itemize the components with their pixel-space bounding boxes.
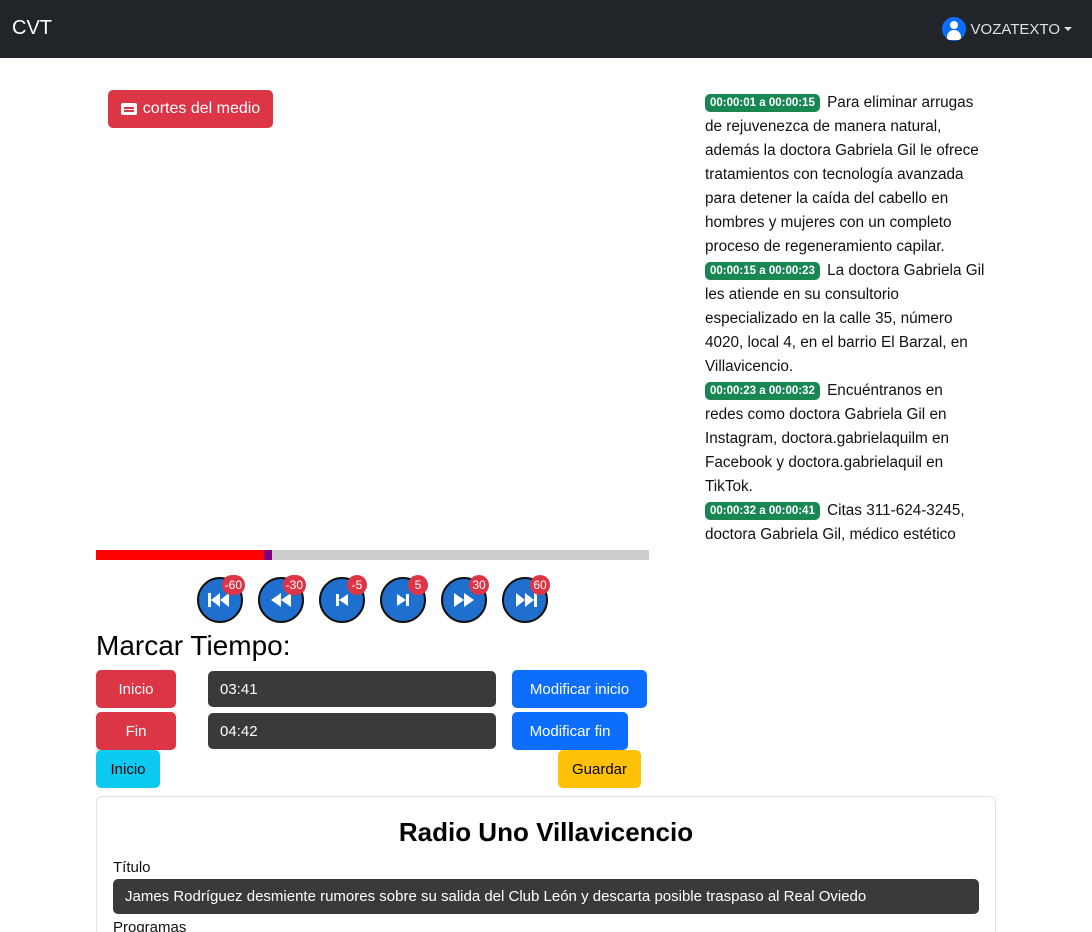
transcript-segment[interactable]: 00:00:01 a 00:00:15 Para eliminar arruga… <box>705 91 985 259</box>
station-title: Radio Uno Villavicencio <box>398 817 694 847</box>
skip-badge: 60 <box>530 575 550 595</box>
progress-cursor[interactable] <box>264 550 272 560</box>
skip-badge: 30 <box>469 575 489 595</box>
transcript-segment[interactable]: 00:00:32 a 00:00:41 Citas 311-624-3245, … <box>705 499 985 547</box>
segment-text: Para eliminar arrugas de rejuvenezca de … <box>705 94 979 255</box>
titulo-label: Título <box>113 859 151 876</box>
mark-start-button[interactable]: Inicio <box>96 670 176 708</box>
marcar-tiempo-title: Marcar Tiempo: <box>96 630 291 661</box>
segment-time-badge[interactable]: 00:00:01 a 00:00:15 <box>705 94 820 112</box>
progress-played <box>96 550 265 560</box>
user-avatar-icon <box>941 17 966 41</box>
skip-forward-60-button[interactable]: 60 <box>502 575 550 623</box>
skip-badge: -60 <box>221 575 245 595</box>
media-progress-bar[interactable] <box>96 550 649 560</box>
skip-forward-5-button[interactable]: 5 <box>380 575 428 623</box>
skip-back-5-button[interactable]: -5 <box>319 575 367 623</box>
transcript-segment[interactable]: 00:00:15 a 00:00:23 La doctora Gabriela … <box>705 259 985 379</box>
go-to-start-button[interactable]: Inicio <box>96 750 160 788</box>
segment-time-badge[interactable]: 00:00:23 a 00:00:32 <box>705 382 820 400</box>
modify-start-button[interactable]: Modificar inicio <box>512 670 647 708</box>
user-name: VOZATEXTO <box>970 20 1060 38</box>
skip-back-30-button[interactable]: -30 <box>258 575 306 623</box>
end-time-input[interactable] <box>208 713 496 749</box>
segment-time-badge[interactable]: 00:00:32 a 00:00:41 <box>705 502 820 520</box>
cortes-del-medio-button[interactable]: cortes del medio <box>108 90 273 128</box>
segment-time-badge[interactable]: 00:00:15 a 00:00:23 <box>705 262 820 280</box>
navbar: CVT VOZATEXTO <box>0 0 1092 58</box>
modify-end-button[interactable]: Modificar fin <box>512 712 628 750</box>
skip-badge: -5 <box>347 575 367 595</box>
brand-logo[interactable]: CVT <box>12 17 52 40</box>
skip-back-60-button[interactable]: -60 <box>197 575 245 623</box>
skip-forward-30-button[interactable]: 30 <box>441 575 489 623</box>
skip-badge: 5 <box>408 575 428 595</box>
closed-caption-icon <box>120 103 137 115</box>
transcript-panel: 00:00:01 a 00:00:15 Para eliminar arruga… <box>705 91 985 547</box>
titulo-input[interactable] <box>113 879 979 914</box>
programas-label: Programas <box>113 919 187 932</box>
start-time-input[interactable] <box>208 671 496 707</box>
user-menu-dropdown[interactable]: VOZATEXTO <box>941 17 1072 41</box>
mark-end-button[interactable]: Fin <box>96 712 176 750</box>
cortes-label: cortes del medio <box>142 100 261 117</box>
save-button[interactable]: Guardar <box>558 750 641 788</box>
media-info-card: Radio Uno Villavicencio Título Programas <box>96 796 996 932</box>
skip-badge: -30 <box>282 575 306 595</box>
transcript-segment[interactable]: 00:00:23 a 00:00:32 Encuéntranos en rede… <box>705 379 985 499</box>
caret-down-icon <box>1064 27 1072 31</box>
